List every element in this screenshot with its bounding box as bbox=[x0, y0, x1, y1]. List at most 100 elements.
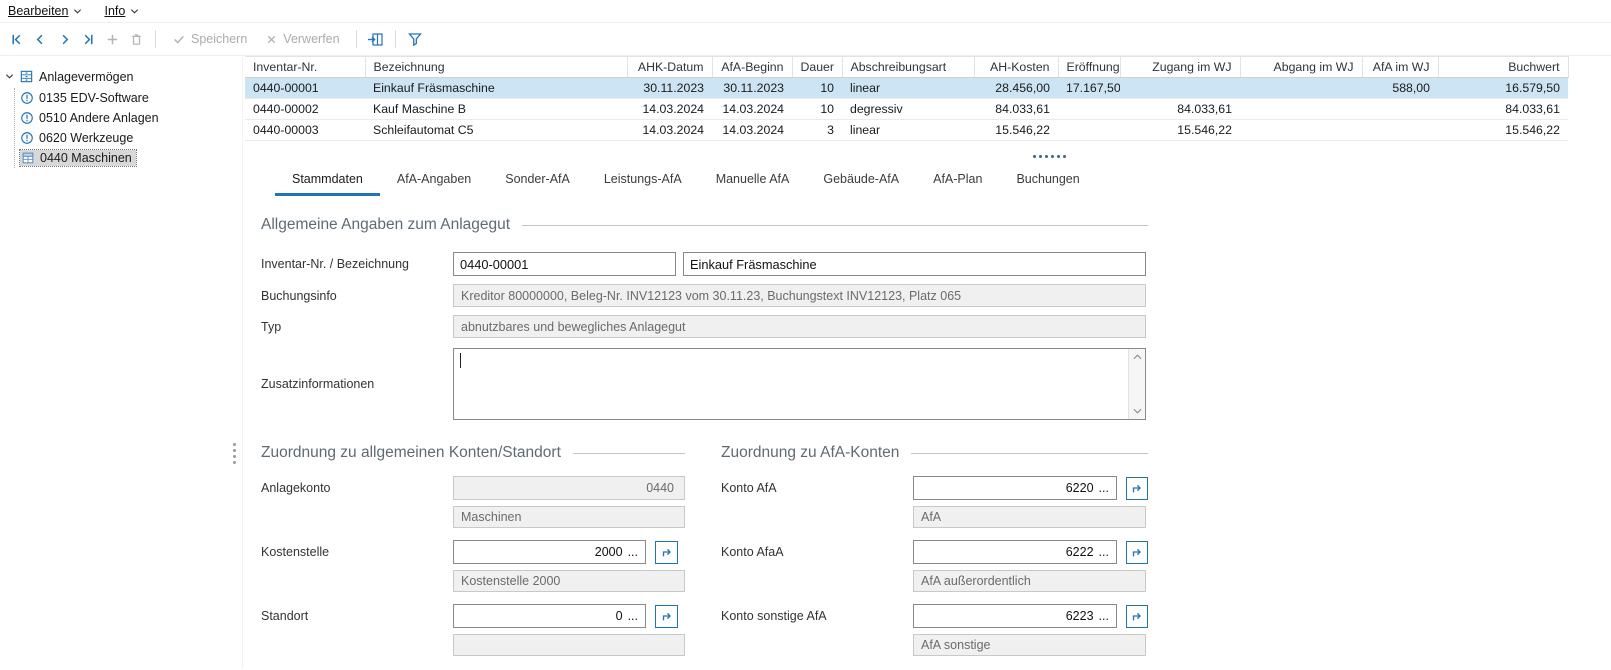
last-record-button[interactable] bbox=[76, 27, 100, 51]
section-heading-konten-standort: Zuordnung zu allgemeinen Konten/Standort bbox=[261, 444, 685, 462]
add-button[interactable] bbox=[100, 27, 124, 51]
posting-list-button[interactable] bbox=[364, 27, 388, 51]
chevron-down-icon bbox=[73, 7, 82, 16]
previous-record-button[interactable] bbox=[28, 27, 52, 51]
save-button[interactable]: Speichern bbox=[163, 32, 256, 46]
tab-manuelle-afa[interactable]: Manuelle AfA bbox=[699, 166, 807, 196]
delete-button[interactable] bbox=[124, 27, 148, 51]
lookup-ellipsis: ... bbox=[1099, 545, 1109, 559]
section-heading-afa-konten: Zuordnung zu AfA-Konten bbox=[721, 444, 1148, 462]
tab-afa-plan[interactable]: AfA-Plan bbox=[916, 166, 999, 196]
standort-input[interactable]: 0 ... bbox=[453, 604, 646, 628]
standort-open-button[interactable] bbox=[655, 605, 678, 628]
tab-gebaeude-afa[interactable]: Gebäude-AfA bbox=[806, 166, 916, 196]
bezeichnung-input[interactable] bbox=[683, 252, 1146, 276]
asset-tree: Anlagevermögen 0135 EDV-Software 0510 An… bbox=[0, 56, 243, 669]
tree-root-label: Anlagevermögen bbox=[39, 70, 134, 84]
lookup-ellipsis: ... bbox=[1099, 609, 1109, 623]
kostenstelle-name-field: Kostenstelle 2000 bbox=[453, 570, 685, 592]
konto-afa-name-field: AfA bbox=[913, 506, 1146, 528]
zusatzinformationen-textarea[interactable] bbox=[453, 348, 1146, 420]
tab-afa-angaben[interactable]: AfA-Angaben bbox=[380, 166, 488, 196]
textarea-scrollbar[interactable] bbox=[1128, 349, 1145, 419]
column-header[interactable]: Abgang im WJ bbox=[1240, 57, 1362, 78]
filter-icon bbox=[407, 31, 423, 47]
standort-name-field bbox=[453, 634, 685, 656]
inventar-bezeichnung-label: Inventar-Nr. / Bezeichnung bbox=[261, 257, 453, 271]
column-header[interactable]: Buchwert bbox=[1438, 57, 1568, 78]
column-header[interactable]: Abschreibungsart bbox=[842, 57, 974, 78]
column-header[interactable]: Eröffnung bbox=[1058, 57, 1120, 78]
tree-expander-icon[interactable] bbox=[5, 72, 14, 81]
tree-root-anlagevermoegen[interactable]: Anlagevermögen bbox=[0, 66, 242, 87]
tab-buchungen[interactable]: Buchungen bbox=[999, 166, 1096, 196]
info-icon bbox=[20, 131, 34, 145]
anlagekonto-label: Anlagekonto bbox=[261, 481, 453, 495]
tab-sonder-afa[interactable]: Sonder-AfA bbox=[488, 166, 587, 196]
table-row[interactable]: 0440-00001 Einkauf Fräsmaschine 30.11.20… bbox=[245, 78, 1568, 99]
table-header-row: Inventar-Nr. Bezeichnung AHK-Datum AfA-B… bbox=[245, 57, 1568, 78]
tree-item-0135-edv-software[interactable]: 0135 EDV-Software bbox=[20, 88, 242, 108]
first-record-button[interactable] bbox=[4, 27, 28, 51]
tree-item-0620-werkzeuge[interactable]: 0620 Werkzeuge bbox=[20, 128, 242, 148]
discard-button[interactable]: Verwerfen bbox=[256, 32, 348, 46]
x-icon bbox=[265, 33, 278, 46]
column-header[interactable]: Zugang im WJ bbox=[1120, 57, 1240, 78]
table-row[interactable]: 0440-00002 Kauf Maschine B 14.03.2024 14… bbox=[245, 99, 1568, 120]
column-header[interactable]: Bezeichnung bbox=[365, 57, 627, 78]
buchungsinfo-label: Buchungsinfo bbox=[261, 289, 453, 303]
info-icon bbox=[20, 91, 34, 105]
tree-item-label: 0620 Werkzeuge bbox=[39, 131, 133, 145]
jump-arrow-icon bbox=[660, 545, 674, 559]
posting-list-icon bbox=[367, 31, 384, 48]
column-header[interactable]: AH-Kosten bbox=[974, 57, 1058, 78]
asset-group-icon bbox=[21, 151, 35, 165]
inventar-nr-input[interactable] bbox=[453, 252, 676, 276]
vertical-splitter-handle[interactable] bbox=[233, 443, 236, 464]
jump-arrow-icon bbox=[660, 609, 674, 623]
scroll-down-button[interactable] bbox=[1129, 403, 1146, 419]
tree-item-0510-andere-anlagen[interactable]: 0510 Andere Anlagen bbox=[20, 108, 242, 128]
konto-sonstige-afa-input[interactable]: 6223 ... bbox=[913, 604, 1117, 628]
section-heading-allgemeine-angaben: Allgemeine Angaben zum Anlagegut bbox=[261, 216, 1148, 234]
konto-afaa-name-field: AfA außerordentlich bbox=[913, 570, 1146, 592]
previous-record-icon bbox=[33, 32, 48, 47]
column-header[interactable]: AHK-Datum bbox=[627, 57, 712, 78]
table-row[interactable]: 0440-00003 Schleifautomat C5 14.03.2024 … bbox=[245, 120, 1568, 141]
kostenstelle-input[interactable]: 2000 ... bbox=[453, 540, 646, 564]
konto-sonstige-afa-open-button[interactable] bbox=[1126, 605, 1148, 628]
anlagekonto-name-field: Maschinen bbox=[453, 506, 685, 528]
konto-afa-input[interactable]: 6220 ... bbox=[913, 476, 1117, 500]
last-record-icon bbox=[81, 32, 96, 47]
info-icon bbox=[20, 111, 34, 125]
menu-bearbeiten-label: Bearbeiten bbox=[8, 4, 68, 18]
lookup-ellipsis: ... bbox=[628, 609, 638, 623]
typ-label: Typ bbox=[261, 320, 453, 334]
next-record-button[interactable] bbox=[52, 27, 76, 51]
kostenstelle-open-button[interactable] bbox=[655, 541, 678, 564]
scroll-up-button[interactable] bbox=[1129, 349, 1146, 365]
filter-button[interactable] bbox=[403, 27, 427, 51]
lookup-ellipsis: ... bbox=[628, 545, 638, 559]
konto-afaa-open-button[interactable] bbox=[1126, 541, 1148, 564]
jump-arrow-icon bbox=[1130, 609, 1144, 623]
tab-leistungs-afa[interactable]: Leistungs-AfA bbox=[587, 166, 699, 196]
detail-tabs: Stammdaten AfA-Angaben Sonder-AfA Leistu… bbox=[275, 166, 1611, 196]
column-header[interactable]: Dauer bbox=[792, 57, 842, 78]
plus-icon bbox=[105, 32, 120, 47]
tree-item-0440-maschinen[interactable]: 0440 Maschinen bbox=[20, 148, 242, 168]
typ-field: abnutzbares und bewegliches Anlagegut bbox=[453, 315, 1146, 338]
column-header[interactable]: Inventar-Nr. bbox=[245, 57, 365, 78]
column-header[interactable]: AfA im WJ bbox=[1362, 57, 1438, 78]
konto-afaa-input[interactable]: 6222 ... bbox=[913, 540, 1117, 564]
horizontal-splitter-handle[interactable] bbox=[1033, 155, 1066, 158]
konto-sonstige-afa-label: Konto sonstige AfA bbox=[721, 609, 913, 623]
menubar: Bearbeiten Info bbox=[0, 0, 1611, 23]
konto-afa-open-button[interactable] bbox=[1126, 477, 1148, 500]
menu-bearbeiten[interactable]: Bearbeiten bbox=[8, 4, 82, 18]
konto-sonstige-afa-name-field: AfA sonstige bbox=[913, 634, 1146, 656]
column-header[interactable]: AfA-Beginn bbox=[712, 57, 792, 78]
tab-stammdaten[interactable]: Stammdaten bbox=[275, 166, 380, 196]
text-caret bbox=[460, 353, 461, 368]
menu-info[interactable]: Info bbox=[104, 4, 139, 18]
